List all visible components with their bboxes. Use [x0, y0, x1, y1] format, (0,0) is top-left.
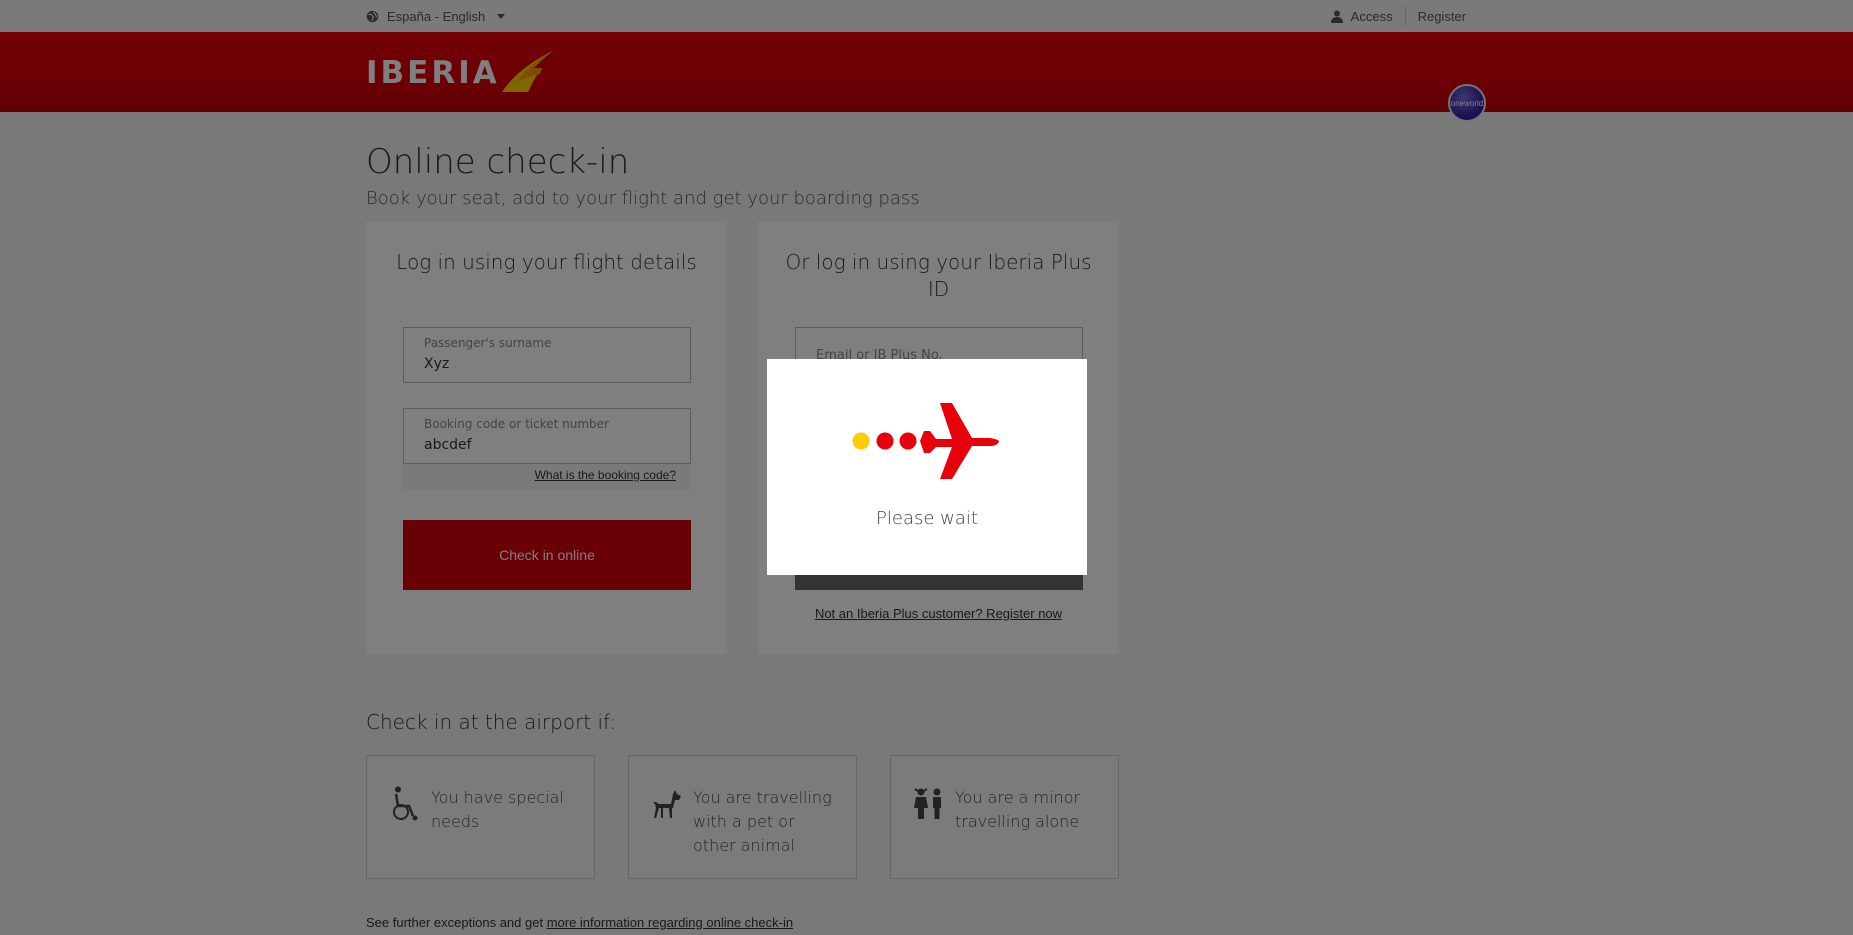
please-wait-text: Please wait [876, 508, 978, 529]
plane-loading-icon [852, 403, 999, 479]
loading-dialog: Please wait [767, 359, 1087, 575]
